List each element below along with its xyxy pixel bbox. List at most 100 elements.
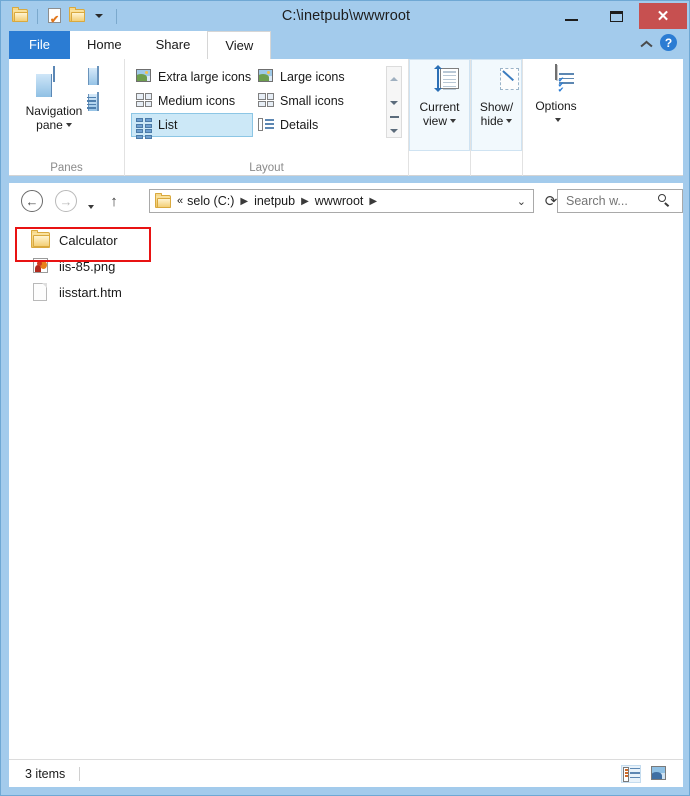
tab-home[interactable]: Home xyxy=(69,31,139,59)
document-file-icon xyxy=(31,283,51,301)
up-button[interactable]: ↑ xyxy=(104,191,124,211)
ribbon: Navigation pane Panes Extra large icons … xyxy=(9,59,683,176)
group-label-panes: Panes xyxy=(50,162,83,174)
gallery-item-large-icons[interactable]: Large icons xyxy=(253,65,375,89)
triangle-down-icon xyxy=(390,101,398,105)
search-icon[interactable] xyxy=(656,193,672,209)
options-label: Options xyxy=(535,99,577,113)
status-bar: 3 items xyxy=(9,759,683,787)
navigation-pane-icon xyxy=(34,66,74,101)
list-item-label: iis-85.png xyxy=(59,258,116,274)
address-bar: ← → ↑ « selo (C:) ▶ inetpub ▶ wwwroot ▶ … xyxy=(9,183,683,219)
options-button[interactable]: ✔ ✔ ✔ Options xyxy=(523,59,589,127)
forward-button[interactable]: → xyxy=(55,190,77,212)
status-view-buttons xyxy=(621,764,683,783)
ribbon-group-show-hide: Show/ hide xyxy=(471,59,523,176)
chevron-right-icon[interactable]: ▶ xyxy=(297,196,313,207)
list-item[interactable]: Calculator xyxy=(31,227,231,253)
ribbon-group-current-view: Current view xyxy=(409,59,471,176)
chevron-right-icon[interactable]: ▶ xyxy=(365,196,381,207)
breadcrumb[interactable]: « selo (C:) ▶ inetpub ▶ wwwroot ▶ ⌄ xyxy=(149,189,534,213)
chevron-down-icon xyxy=(88,205,94,209)
window-controls: ✕ xyxy=(549,3,687,29)
image-file-icon xyxy=(31,257,51,275)
item-count-label: 3 items xyxy=(25,766,66,781)
tab-view[interactable]: View xyxy=(207,31,272,59)
gallery-item-details[interactable]: Details xyxy=(253,113,375,137)
status-divider xyxy=(79,766,81,781)
gallery-item-medium-icons[interactable]: Medium icons xyxy=(131,89,253,113)
more-icon xyxy=(389,116,399,138)
details-view-icon xyxy=(258,117,274,133)
file-list: Calculator iis-85.png iisstart.htm xyxy=(9,219,683,305)
close-button[interactable]: ✕ xyxy=(639,3,687,29)
gallery-more-button[interactable] xyxy=(387,115,401,139)
current-view-label-line1: Current xyxy=(419,100,460,114)
help-icon[interactable]: ? xyxy=(660,34,677,51)
search-box[interactable] xyxy=(557,189,683,213)
list-item[interactable]: iis-85.png xyxy=(31,253,231,279)
gallery-scroll-up-button[interactable] xyxy=(387,67,401,91)
large-icons-icon xyxy=(258,69,274,85)
gallery-item-label: List xyxy=(158,118,178,132)
details-pane-button[interactable] xyxy=(87,92,123,115)
breadcrumb-item-inetpub[interactable]: inetpub xyxy=(252,194,297,208)
caret-down-icon[interactable] xyxy=(506,119,513,123)
list-item[interactable]: iisstart.htm xyxy=(31,279,231,305)
show-hide-label-line2: hide xyxy=(480,114,504,128)
folder-icon xyxy=(155,193,171,208)
tab-share[interactable]: Share xyxy=(138,31,208,59)
large-icons-view-button[interactable] xyxy=(649,765,669,783)
preview-pane-button[interactable] xyxy=(87,66,123,89)
details-pane-icon xyxy=(87,92,99,111)
close-icon: ✕ xyxy=(656,7,670,25)
current-view-button[interactable]: Current view xyxy=(409,59,470,151)
navigation-pane-button[interactable]: Navigation pane xyxy=(15,64,93,132)
gallery-item-label: Extra large icons xyxy=(158,70,252,84)
gallery-item-label: Details xyxy=(280,118,319,132)
caret-down-icon[interactable] xyxy=(554,118,561,122)
gallery-item-list[interactable]: List xyxy=(131,113,253,139)
list-item-label: Calculator xyxy=(59,232,118,248)
gallery-item-label: Large icons xyxy=(280,70,345,84)
gallery-scroll-down-button[interactable] xyxy=(387,91,401,115)
details-view-icon xyxy=(623,766,640,782)
back-button[interactable]: ← xyxy=(21,190,43,212)
ribbon-group-options: ✔ ✔ ✔ Options xyxy=(523,59,683,176)
title-bar: ✔ C:\inetpub\wwwroot ✕ xyxy=(1,1,689,31)
folder-icon xyxy=(31,230,51,249)
gallery-scrollbar[interactable] xyxy=(386,66,402,138)
recent-locations-button[interactable] xyxy=(85,198,94,216)
ribbon-tabs: File Home Share View xyxy=(9,31,272,59)
breadcrumb-item-drive[interactable]: selo (C:) xyxy=(185,194,236,208)
breadcrumb-overflow[interactable]: « xyxy=(175,195,185,207)
address-dropdown-icon[interactable]: ⌄ xyxy=(510,195,533,208)
show-hide-icon xyxy=(481,66,519,96)
breadcrumb-item-wwwroot[interactable]: wwwroot xyxy=(313,194,366,208)
gallery-item-extra-large-icons[interactable]: Extra large icons xyxy=(131,65,253,89)
tab-file[interactable]: File xyxy=(9,31,70,59)
group-label-layout: Layout xyxy=(249,162,284,174)
gallery-item-label: Small icons xyxy=(280,94,344,108)
preview-pane-icon xyxy=(87,66,99,85)
show-hide-label-line1: Show/ xyxy=(479,100,514,114)
chevron-up-icon[interactable] xyxy=(640,37,652,49)
caret-down-icon[interactable] xyxy=(65,123,72,127)
gallery-item-label: Medium icons xyxy=(158,94,236,108)
navigation-pane-label-line1: Navigation xyxy=(25,104,83,118)
file-list-pane[interactable]: Calculator iis-85.png iisstart.htm xyxy=(9,219,683,759)
details-view-button[interactable] xyxy=(621,764,641,783)
small-icons-icon xyxy=(258,93,274,109)
options-icon: ✔ ✔ ✔ xyxy=(540,64,574,95)
gallery-item-small-icons[interactable]: Small icons xyxy=(253,89,375,113)
chevron-right-icon[interactable]: ▶ xyxy=(236,196,252,207)
show-hide-button[interactable]: Show/ hide xyxy=(471,59,522,151)
current-view-icon xyxy=(424,65,459,96)
minimize-button[interactable] xyxy=(549,3,594,29)
list-item-label: iisstart.htm xyxy=(59,284,122,300)
caret-down-icon[interactable] xyxy=(450,119,456,123)
large-icons-view-icon xyxy=(651,765,666,780)
ribbon-tabstrip-actions: ? xyxy=(640,34,677,51)
maximize-button[interactable] xyxy=(594,3,639,29)
search-input[interactable] xyxy=(558,193,656,209)
